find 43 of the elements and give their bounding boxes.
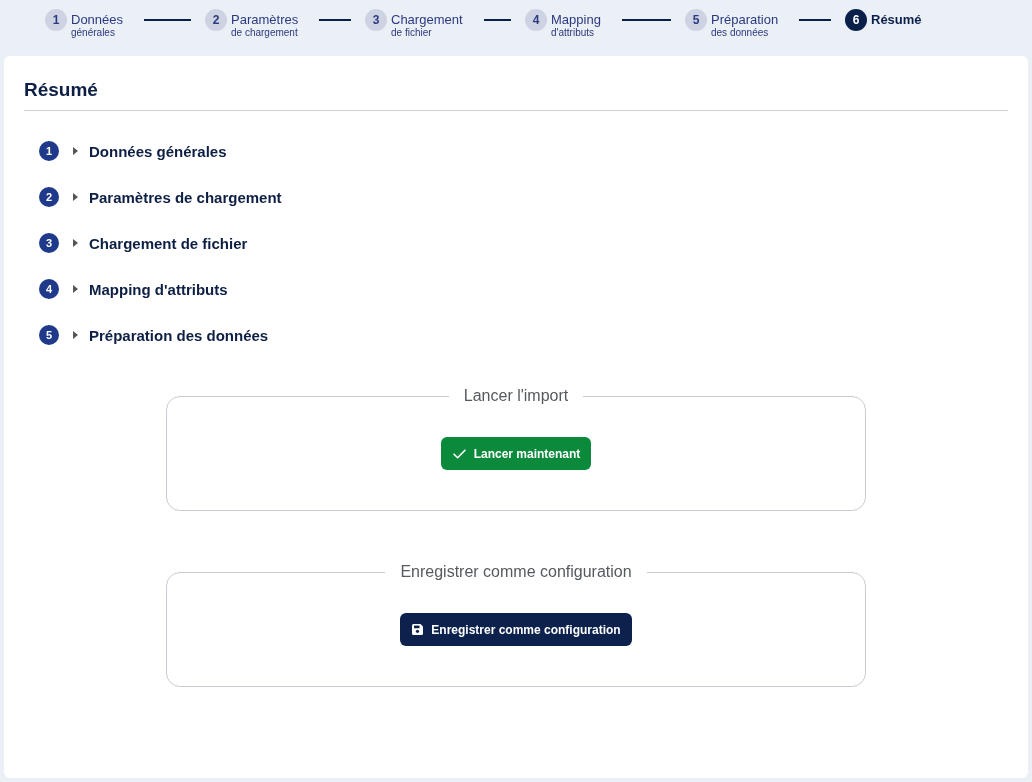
- section-title[interactable]: Paramètres de chargement: [89, 188, 282, 206]
- page-title: Résumé: [24, 78, 98, 102]
- section-number: 2: [39, 187, 59, 207]
- step-number[interactable]: 3: [365, 9, 387, 31]
- step-connector: [144, 19, 191, 21]
- caret-icon[interactable]: [73, 147, 78, 155]
- section-title[interactable]: Données générales: [89, 142, 227, 160]
- step-connector: [483, 19, 511, 21]
- save-button[interactable]: Enregistrer comme configuration: [400, 613, 632, 646]
- step-label[interactable]: Mapping: [551, 12, 601, 27]
- caret-icon[interactable]: [73, 285, 78, 293]
- caret-icon[interactable]: [73, 239, 78, 247]
- step-label[interactable]: Paramètres: [231, 12, 299, 27]
- step-sublabel: générales: [71, 27, 116, 39]
- step-number[interactable]: 5: [685, 9, 707, 31]
- step-sublabel: des données: [711, 27, 770, 39]
- step-sublabel: de chargement: [231, 27, 299, 39]
- step-connector: [319, 19, 351, 21]
- step-connector: [799, 19, 831, 21]
- step-number[interactable]: 1: [45, 9, 67, 31]
- caret-icon[interactable]: [73, 193, 78, 201]
- step-sublabel: d'attributs: [551, 27, 596, 39]
- step-number[interactable]: 6: [845, 9, 867, 31]
- section-number: 1: [39, 141, 59, 161]
- section-title[interactable]: Chargement de fichier: [89, 234, 248, 252]
- section-number: 5: [39, 325, 59, 345]
- section-number: 3: [39, 233, 59, 253]
- launch-button[interactable]: Lancer maintenant: [440, 437, 592, 470]
- step-label[interactable]: Préparation: [711, 12, 779, 27]
- section-title[interactable]: Mapping d'attributs: [89, 280, 228, 298]
- section-title[interactable]: Préparation des données: [89, 326, 269, 344]
- step-label[interactable]: Chargement: [391, 12, 463, 27]
- panel-legend: Lancer l'import: [448, 386, 584, 406]
- caret-icon[interactable]: [73, 331, 78, 339]
- step-label[interactable]: Données: [71, 12, 124, 27]
- check-icon: [452, 448, 466, 459]
- step-connector: [621, 19, 671, 21]
- step-sublabel: de fichier: [391, 27, 433, 39]
- step-number[interactable]: 4: [525, 9, 547, 31]
- step-label[interactable]: Résumé: [871, 12, 922, 27]
- section-number: 4: [39, 279, 59, 299]
- step-number[interactable]: 2: [205, 9, 227, 31]
- panel-legend: Enregistrer comme configuration: [385, 562, 647, 582]
